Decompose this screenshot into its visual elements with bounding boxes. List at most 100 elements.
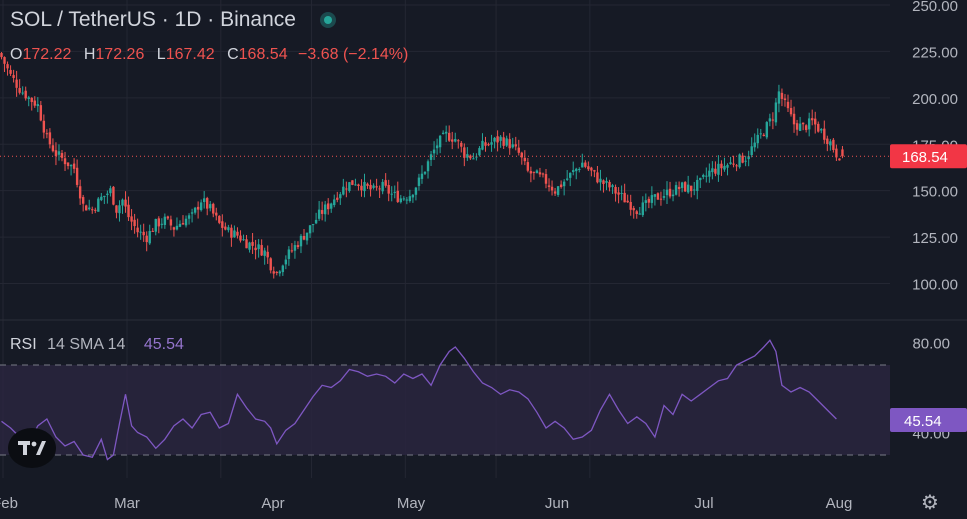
candle-body <box>357 184 360 186</box>
candle-body <box>157 218 160 227</box>
candle-body <box>526 162 530 171</box>
candle-body <box>605 180 608 183</box>
candle-body <box>789 108 793 115</box>
candle-body <box>457 140 460 142</box>
candle-body <box>236 231 239 236</box>
candle-body <box>668 188 672 197</box>
candle-body <box>460 142 463 147</box>
candle-body <box>308 225 312 234</box>
candle-body <box>623 192 626 203</box>
candle-body <box>596 172 599 183</box>
candle-body <box>508 139 511 149</box>
candle-body <box>245 239 248 249</box>
candle-body <box>444 131 448 134</box>
candle-body <box>212 203 215 214</box>
candle-body <box>314 219 318 224</box>
gear-icon[interactable]: ⚙ <box>921 490 939 514</box>
candle-body <box>320 210 324 214</box>
candle-body <box>559 184 563 188</box>
candle-body <box>363 181 366 192</box>
candle-body <box>777 91 781 104</box>
candle-body <box>753 142 756 148</box>
candle-body <box>103 195 106 198</box>
candle-body <box>305 232 309 241</box>
candle-body <box>807 118 811 130</box>
candle-body <box>593 170 596 172</box>
candle-body <box>629 201 632 210</box>
candle-body <box>206 198 209 209</box>
candle-body <box>696 179 699 191</box>
candle-body <box>121 199 124 206</box>
candle-body <box>414 187 418 195</box>
candle-body <box>0 53 3 58</box>
candle-body <box>342 186 345 195</box>
candle-body <box>711 168 714 173</box>
candle-body <box>154 218 157 232</box>
candle-body <box>384 180 387 186</box>
candle-body <box>575 168 578 172</box>
candle-body <box>838 158 841 161</box>
candle-body <box>9 69 12 74</box>
candle-body <box>656 193 660 200</box>
candle-body <box>339 194 342 199</box>
candle-body <box>556 186 560 195</box>
candle-body <box>565 178 569 180</box>
candle-body <box>118 205 121 214</box>
candle-body <box>720 163 723 169</box>
candle-body <box>584 162 587 167</box>
candle-body <box>330 203 333 209</box>
candle-body <box>832 139 835 150</box>
candle-body <box>3 57 6 64</box>
candle-body <box>130 216 133 222</box>
candle-body <box>726 164 729 168</box>
candle-body <box>581 162 584 168</box>
candle-body <box>272 271 275 274</box>
candle-body <box>91 209 94 211</box>
time-tick-label: Mar <box>114 495 140 512</box>
candle-body <box>650 195 654 203</box>
candle-body <box>199 202 203 211</box>
candle-body <box>614 186 617 194</box>
candle-body <box>578 168 581 170</box>
candle-body <box>399 198 402 203</box>
candle-body <box>372 185 375 188</box>
candle-body <box>490 142 493 145</box>
candle-body <box>783 98 787 101</box>
candle-body <box>36 104 39 107</box>
candle-body <box>702 174 705 177</box>
chart-canvas[interactable]: 250.00225.00200.00175.00150.00125.00100.… <box>0 0 967 519</box>
candle-body <box>735 165 738 167</box>
symbol-title[interactable]: SOL / TetherUS · 1D · Binance <box>10 8 296 31</box>
candle-body <box>454 138 457 142</box>
tradingview-logo-icon[interactable] <box>8 428 56 468</box>
candle-body <box>387 185 390 194</box>
candle-body <box>699 177 702 181</box>
candle-body <box>499 136 502 141</box>
candle-body <box>714 168 717 174</box>
candle-body <box>665 189 669 196</box>
candle-body <box>572 170 575 173</box>
candle-body <box>674 185 678 195</box>
candle-body <box>683 182 687 192</box>
candle-body <box>820 129 823 131</box>
candle-body <box>798 123 802 131</box>
candle-body <box>814 118 817 125</box>
candle-body <box>202 198 206 203</box>
candle-body <box>811 118 814 121</box>
candle-body <box>602 180 605 185</box>
candle-body <box>620 192 623 194</box>
close-label: C <box>227 46 239 63</box>
rsi-legend[interactable]: RSI 14 SMA 14 45.54 <box>10 336 184 354</box>
candle-body <box>27 97 30 100</box>
candle-body <box>160 223 164 225</box>
candle-body <box>275 271 278 273</box>
candle-body <box>408 196 412 202</box>
candle-body <box>801 122 805 125</box>
candle-body <box>641 202 644 216</box>
candle-body <box>139 231 142 233</box>
candle-body <box>599 178 602 183</box>
candle-body <box>647 198 651 203</box>
candle-body <box>66 162 70 167</box>
candle-body <box>311 224 315 226</box>
candle-body <box>765 122 769 138</box>
